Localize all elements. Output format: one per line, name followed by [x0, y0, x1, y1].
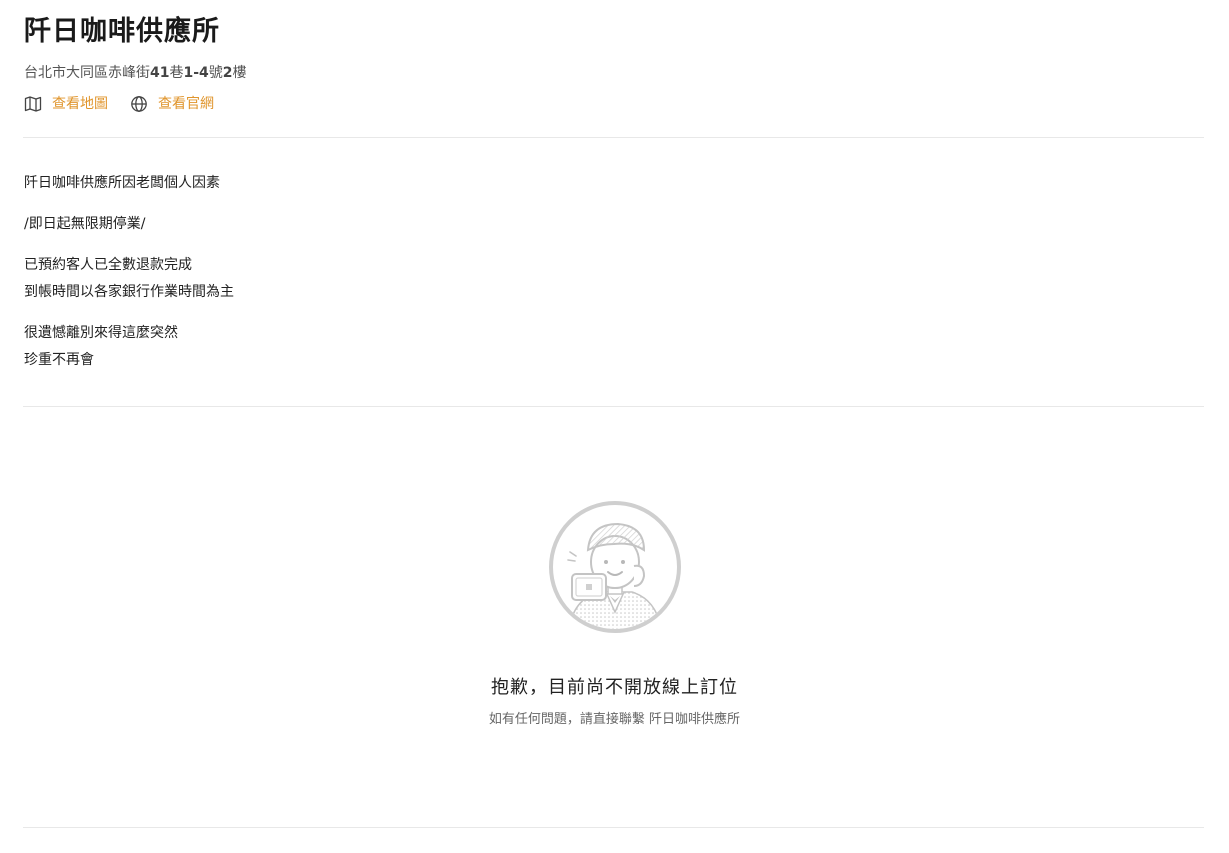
notice-paragraph: /即日起無限期停業/: [24, 211, 1024, 238]
address-part: 樓: [232, 65, 247, 81]
address-part: 巷: [169, 65, 184, 81]
address-part: 號: [208, 65, 223, 81]
restaurant-address: 台北市大同區赤峰街41巷1-4號2樓: [24, 62, 1204, 84]
divider: [23, 137, 1204, 138]
divider: [23, 406, 1204, 407]
booking-unavailable-title: 抱歉，目前尚不開放線上訂位: [491, 677, 738, 698]
waiter-with-tablet-icon: [548, 501, 681, 633]
notice-line: /即日起無限期停業/: [24, 216, 146, 232]
globe-icon: [130, 95, 148, 113]
divider: [23, 827, 1204, 828]
booking-unavailable-state: 抱歉，目前尚不開放線上訂位 如有任何問題，請直接聯繫 阡日咖啡供應所: [0, 500, 1229, 730]
restaurant-name: 阡日咖啡供應所: [24, 16, 220, 47]
notice-paragraph: 很遺憾離別來得這麼突然 珍重不再會: [24, 320, 1024, 374]
map-icon: [24, 95, 42, 113]
view-website-link[interactable]: 查看官網: [130, 95, 214, 113]
address-part: 1-4: [183, 65, 209, 81]
notice-line: 珍重不再會: [24, 352, 94, 368]
view-map-label: 查看地圖: [52, 96, 108, 112]
address-part: 2: [222, 65, 233, 81]
view-website-label: 查看官網: [158, 96, 214, 112]
notice-line: 阡日咖啡供應所因老闆個人因素: [24, 175, 220, 191]
view-map-link[interactable]: 查看地圖: [24, 95, 108, 113]
notice-line: 很遺憾離別來得這麼突然: [24, 325, 178, 341]
booking-unavailable-subtitle: 如有任何問題，請直接聯繫 阡日咖啡供應所: [488, 712, 741, 727]
address-part: 41: [150, 65, 170, 81]
notice-line: 到帳時間以各家銀行作業時間為主: [24, 284, 234, 300]
header-links: 查看地圖 查看官網: [24, 93, 1204, 115]
restaurant-header: 阡日咖啡供應所 台北市大同區赤峰街41巷1-4號2樓 查看地圖 查看官網: [24, 12, 1204, 115]
address-part: 台北市大同區赤峰街: [24, 65, 150, 81]
notice-paragraph: 已預約客人已全數退款完成 到帳時間以各家銀行作業時間為主: [24, 252, 1024, 306]
notice-paragraph: 阡日咖啡供應所因老闆個人因素: [24, 170, 1024, 197]
closure-notice: 阡日咖啡供應所因老闆個人因素 /即日起無限期停業/ 已預約客人已全數退款完成 到…: [24, 170, 1024, 388]
notice-line: 已預約客人已全數退款完成: [24, 257, 192, 273]
